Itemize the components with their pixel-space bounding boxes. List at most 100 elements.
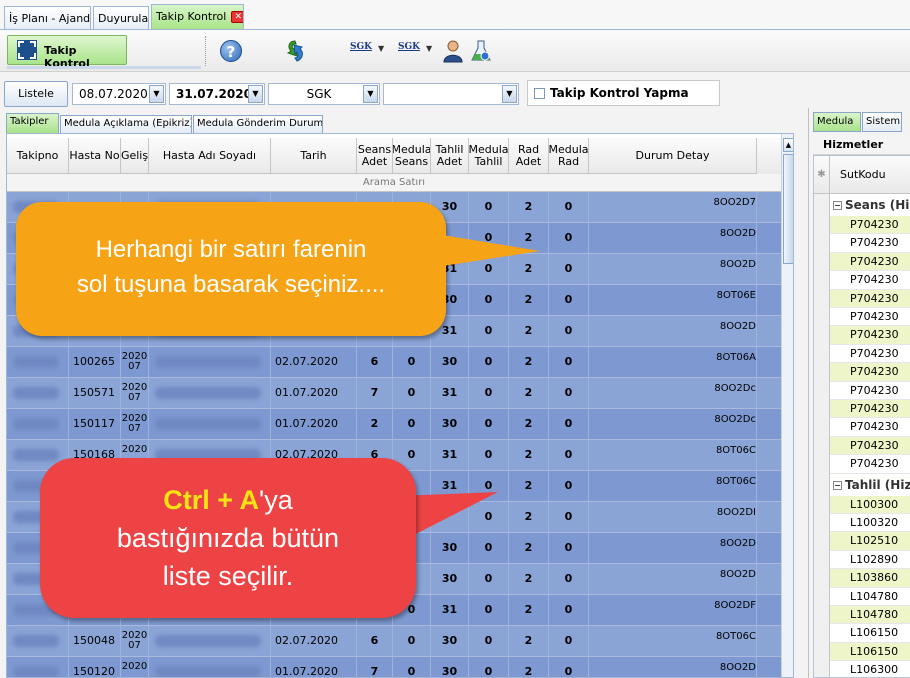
medula-rad-cell: 0	[549, 502, 589, 532]
sutkodu-row[interactable]: L102890	[830, 550, 910, 570]
chevron-down-icon[interactable]: ▼	[248, 85, 263, 103]
help-icon[interactable]: ?	[220, 40, 242, 62]
callout-line: Herhangi bir satırı farenin	[95, 236, 367, 263]
sutkodu-row[interactable]: L106150	[830, 624, 910, 643]
sutkodu-row[interactable]: L106150	[830, 642, 910, 662]
chevron-down-icon[interactable]: ▼	[149, 85, 164, 103]
column-header[interactable]: Durum Detay	[589, 138, 757, 174]
redacted-text	[13, 418, 59, 430]
extra-select[interactable]: ▼	[383, 83, 519, 105]
medula-seans-cell: 0	[393, 657, 431, 677]
callout-line: Ctrl + A'ya	[40, 481, 416, 519]
medula-rad-cell: 0	[549, 223, 589, 253]
sutkodu-row[interactable]: L103860	[830, 569, 910, 588]
search-row[interactable]: Arama Satırı	[7, 174, 781, 192]
sutkodu-row[interactable]: P704230	[830, 436, 910, 456]
sutkodu-row[interactable]: P704230	[830, 344, 910, 364]
tahlil-cell: 30	[431, 657, 469, 677]
group-row[interactable]: −Seans (Hizm	[830, 194, 910, 216]
column-header[interactable]: Medula Seans	[393, 138, 431, 174]
sutkodu-row[interactable]: P704230	[830, 308, 910, 327]
sutkodu-header[interactable]: SutKodu	[840, 168, 886, 181]
column-header[interactable]: Tarih	[271, 138, 357, 174]
column-header[interactable]: Medula Tahlil	[469, 138, 509, 174]
sutkodu-row[interactable]: P704230	[830, 252, 910, 272]
sutkodu-row[interactable]: L100320	[830, 514, 910, 533]
sutkodu-row[interactable]: P704230	[830, 326, 910, 345]
hasta-adi-cell	[149, 409, 271, 439]
tab-label: Medula Gönderim Durum	[197, 118, 323, 129]
sutkodu-row[interactable]: P704230	[830, 418, 910, 437]
tab-medula-gonderim[interactable]: Medula Gönderim Durum	[193, 115, 323, 133]
sgk-icon-2[interactable]: SGK	[398, 42, 420, 60]
institution-select[interactable]: SGK ▼	[268, 83, 380, 105]
tarih-cell: 01.07.2020	[271, 378, 357, 408]
takip-kontrol-button[interactable]: Takip Kontrol	[7, 35, 127, 70]
table-row[interactable]: 150117 2020 07 01.07.2020 2 0 30 0 2 0 8OO2Dc	[7, 409, 781, 440]
chevron-down-icon[interactable]: ▼	[502, 85, 517, 103]
listele-button[interactable]: Listele	[4, 81, 68, 107]
doc-tab-duyurular[interactable]: Duyurular	[93, 6, 149, 29]
table-row[interactable]: 150571 2020 07 01.07.2020 7 0 31 0 2 0 8OO2Dc	[7, 378, 781, 409]
sutkodu-row[interactable]: P704230	[830, 271, 910, 290]
sutkodu-row[interactable]: P704230	[830, 289, 910, 308]
scroll-up-icon[interactable]: ▲	[783, 138, 793, 152]
chevron-down-icon[interactable]: ▼	[363, 85, 378, 103]
tahlil-cell: 30	[431, 347, 469, 377]
tab-medula-aciklama[interactable]: Medula Açıklama (Epikriz)	[60, 115, 192, 133]
column-header[interactable]: Takipno	[7, 138, 69, 174]
tab-medula[interactable]: Medula	[813, 112, 861, 132]
refresh-icon[interactable]	[285, 39, 305, 63]
column-header[interactable]: Tahlil Adet	[431, 138, 469, 174]
sutkodu-row[interactable]: L102510	[830, 532, 910, 551]
tarih-cell: 01.07.2020	[271, 657, 357, 677]
sutkodu-row[interactable]: P704230	[830, 455, 910, 474]
column-header[interactable]: Medula Rad	[549, 138, 589, 174]
medula-rad-cell: 0	[549, 409, 589, 439]
vertical-scrollbar[interactable]: ▲	[781, 134, 793, 677]
takip-kontrol-yapma-option[interactable]: Takip Kontrol Yapma	[527, 80, 720, 106]
hasta-no-cell: 150120	[69, 657, 121, 677]
column-header[interactable]: Seans Adet	[357, 138, 393, 174]
sutkodu-row[interactable]: P704230	[830, 400, 910, 419]
sutkodu-row[interactable]: P704230	[830, 381, 910, 400]
date-to-value: 31.07.2020	[176, 87, 252, 101]
tab-sistem[interactable]: Sistem	[862, 112, 902, 132]
sutkodu-row[interactable]: L100300	[830, 495, 910, 514]
column-header[interactable]: Geliş	[121, 138, 149, 174]
collapse-icon[interactable]: −	[833, 201, 842, 210]
tab-label: Sistem	[866, 116, 901, 127]
table-row[interactable]: 150120 2020 01.07.2020 7 0 30 0 2 0 8OO2D	[7, 657, 781, 677]
sutkodu-row[interactable]: P704230	[830, 234, 910, 253]
sutkodu-row[interactable]: L106300	[830, 661, 910, 677]
close-icon[interactable]: ✕	[231, 11, 243, 23]
chevron-down-icon[interactable]: ▼	[378, 44, 384, 53]
gelis-cell: 2020 07	[121, 378, 149, 408]
user-icon[interactable]	[442, 39, 464, 63]
chevron-down-icon[interactable]: ▼	[426, 44, 432, 53]
table-row[interactable]: 150048 2020 07 02.07.2020 6 0 30 0 2 0 8OT06C	[7, 626, 781, 657]
takip-kontrol-yapma-checkbox[interactable]	[534, 88, 545, 99]
sutkodu-row[interactable]: L104780	[830, 606, 910, 625]
date-to-picker[interactable]: 31.07.2020 ▼	[169, 83, 265, 105]
doc-tab-takip-kontrol[interactable]: Takip Kontrol ✕	[151, 4, 244, 29]
date-from-picker[interactable]: 08.07.2020 ▼	[72, 83, 166, 105]
rad-cell: 2	[509, 533, 549, 563]
column-header[interactable]: Hasta Adı Soyadı	[149, 138, 271, 174]
table-row[interactable]: 100265 2020 07 02.07.2020 6 0 30 0 2 0 8OT06A	[7, 347, 781, 378]
column-header[interactable]: Rad Adet	[509, 138, 549, 174]
sutkodu-row[interactable]: P704230	[830, 216, 910, 235]
durum-cell: 8OO2Dc	[589, 409, 757, 439]
flask-icon[interactable]	[470, 39, 492, 63]
tab-takipler[interactable]: Takipler	[6, 113, 59, 133]
redacted-text	[13, 356, 59, 368]
doc-tab-is-plani[interactable]: İş Planı - Ajanda	[4, 6, 91, 29]
sutkodu-row[interactable]: L104780	[830, 587, 910, 606]
redacted-text	[13, 635, 59, 647]
group-row[interactable]: −Tahlil (Hizm	[830, 473, 910, 496]
collapse-icon[interactable]: −	[833, 480, 842, 490]
column-header[interactable]: Hasta No	[69, 138, 121, 174]
sutkodu-row[interactable]: P704230	[830, 363, 910, 382]
scroll-thumb[interactable]	[783, 154, 793, 264]
sgk-icon[interactable]: SGK	[350, 42, 372, 60]
